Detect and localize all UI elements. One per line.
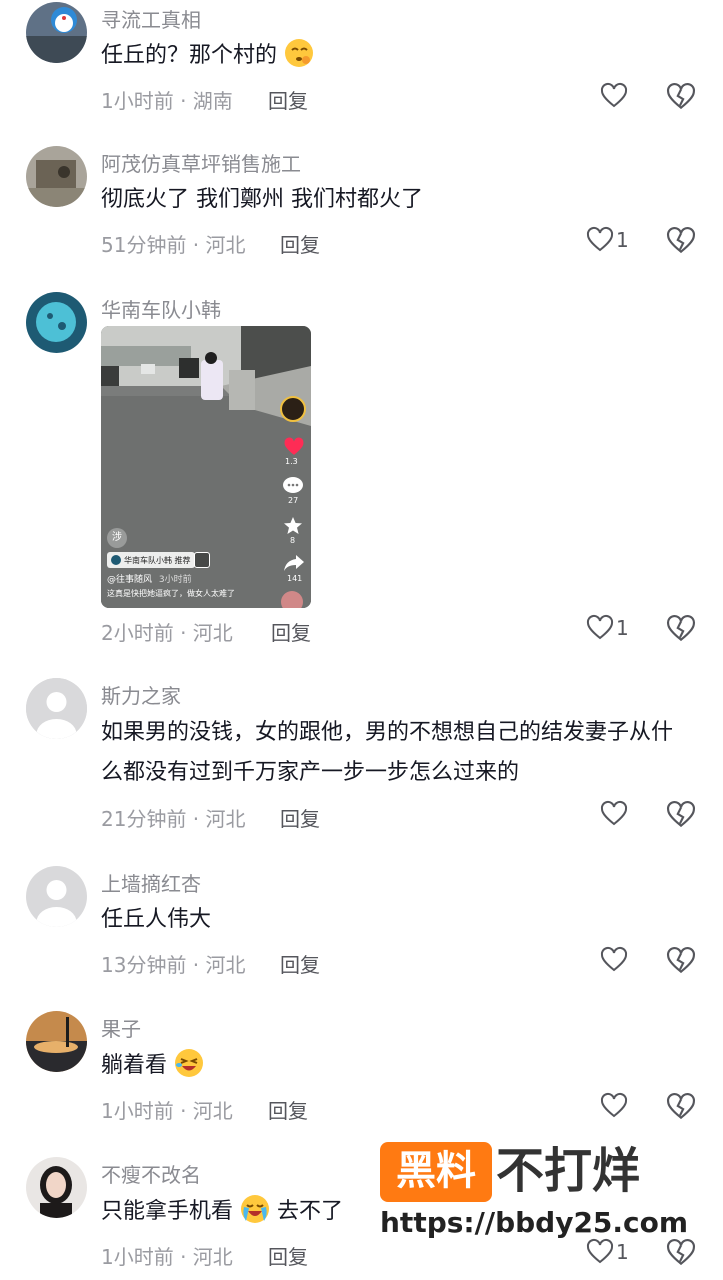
broken-heart-icon [667,615,695,642]
crying-emoji-icon [241,1195,270,1223]
comment-username[interactable]: 阿茂仿真草坪销售施工 [101,148,301,177]
default-avatar-icon [26,678,87,739]
comment-text: 任丘人伟大 [101,907,212,932]
dislike-button[interactable] [666,1238,696,1272]
heart-icon [586,614,614,640]
comment-username[interactable]: 不瘦不改名 [101,1159,201,1188]
heart-icon [600,1092,628,1118]
heart-icon [600,946,628,972]
broken-heart-icon [667,83,695,110]
play-badge-icon: 涉 [107,528,127,548]
watermark-text: 不打烊 [496,1143,641,1199]
reply-button[interactable]: 回复 [280,229,320,258]
avatar[interactable] [26,866,87,927]
reply-button[interactable]: 回复 [268,1241,308,1270]
dislike-button[interactable] [666,614,696,648]
dislike-button[interactable] [666,946,696,980]
comment-text: 躺着看 [101,1046,691,1086]
video-share-count: 141 [287,574,303,583]
like-button[interactable]: 1 [586,226,629,254]
reply-button[interactable]: 回复 [280,949,320,978]
like-button[interactable]: 1 [586,614,629,642]
avatar[interactable] [26,146,87,207]
heart-icon [586,1238,614,1264]
comment-username[interactable]: 华南车队小韩 [101,294,221,323]
video-tag-label: 华南车队小韩 推荐 [124,555,191,565]
video-tag[interactable]: 华南车队小韩 推荐 [107,552,195,568]
video-like-count: 1.3 [285,457,298,466]
avatar[interactable] [26,678,87,739]
like-count: 1 [616,616,629,640]
default-avatar-icon [26,866,87,927]
comment-time-location: 21分钟前 · 河北 [101,807,246,831]
video-author-time: 3小时前 [158,575,192,585]
heart-icon [600,800,628,826]
video-comment-count: 27 [288,496,299,505]
heart-icon [600,82,628,108]
comment-text: 如果男的没钱，女的跟他，男的不想想自己的结发妻子从什么都没有过到千万家产一步一步… [101,720,674,785]
like-button[interactable]: 1 [586,1238,629,1266]
like-button[interactable] [600,1092,630,1120]
reply-button[interactable]: 回复 [268,1095,308,1124]
broken-heart-icon [667,947,695,974]
comment-text-tail: 去不了 [277,1199,344,1224]
dislike-button[interactable] [666,82,696,116]
reply-button[interactable]: 回复 [271,617,311,646]
video-author: @往事随风 3小时前 [107,572,192,585]
like-count: 1 [616,1240,629,1264]
comment-username[interactable]: 斯力之家 [101,680,181,709]
broken-heart-icon [667,227,695,254]
comment-time-location: 1小时前 · 河北 [101,1099,233,1123]
broken-heart-icon [667,1239,695,1266]
video-caption: 这真是快把她逼疯了，做女人太难了 [107,589,235,598]
avatar[interactable] [26,292,87,353]
thinking-emoji-icon [285,39,314,67]
laughing-emoji-icon [175,1049,204,1077]
like-button[interactable] [600,800,630,828]
comment-time-location: 1小时前 · 河北 [101,1245,233,1269]
reply-button[interactable]: 回复 [280,803,320,832]
video-fav-count: 8 [290,536,296,545]
broken-heart-icon [667,1093,695,1120]
avatar-ring-icon[interactable] [280,396,306,422]
watermark-box: 黑料 [380,1142,492,1202]
video-author-name: @往事随风 [107,575,153,585]
comment-text-body: 只能拿手机看 [101,1199,234,1224]
like-button[interactable] [600,946,630,974]
heart-icon [586,226,614,252]
comment-time-location: 1小时前 · 湖南 [101,89,233,113]
reply-button[interactable]: 回复 [268,85,308,114]
comment-time-location: 51分钟前 · 河北 [101,233,246,257]
like-button[interactable] [600,82,630,110]
comment-username[interactable]: 上墙摘红杏 [101,868,201,897]
comment-time-location: 2小时前 · 河北 [101,621,233,645]
comment-text: 彻底火了 我们鄭州 我们村都火了 [101,187,423,212]
comment-username[interactable]: 寻流工真相 [101,4,201,33]
comment-text-body: 躺着看 [101,1053,168,1078]
video-thumbnail[interactable]: 1.3 27 8 141 涉 华南车队小韩 推荐 @往事随风 3小时前 这真是快… [101,326,311,608]
dislike-button[interactable] [666,226,696,260]
music-avatar-icon [281,591,303,608]
share-icon[interactable] [283,554,305,572]
like-count: 1 [616,228,629,252]
avatar[interactable] [26,1011,87,1072]
video-edit-icon[interactable] [194,552,210,568]
avatar[interactable] [26,1157,87,1218]
comment-time-location: 13分钟前 · 河北 [101,953,246,977]
watermark-url: https://bbdy25.com [380,1206,689,1239]
comment-text-body: 任丘的？那个村的 [101,43,278,68]
star-icon[interactable] [283,516,303,536]
video-tag-avatar [111,555,121,565]
avatar[interactable] [26,2,87,63]
comment-text: 任丘的？那个村的 [101,36,691,76]
dislike-button[interactable] [666,800,696,834]
broken-heart-icon [667,801,695,828]
comment-bubble-icon[interactable] [282,476,304,496]
dislike-button[interactable] [666,1092,696,1126]
heart-icon[interactable] [282,436,306,458]
comment-username[interactable]: 果子 [101,1013,141,1042]
